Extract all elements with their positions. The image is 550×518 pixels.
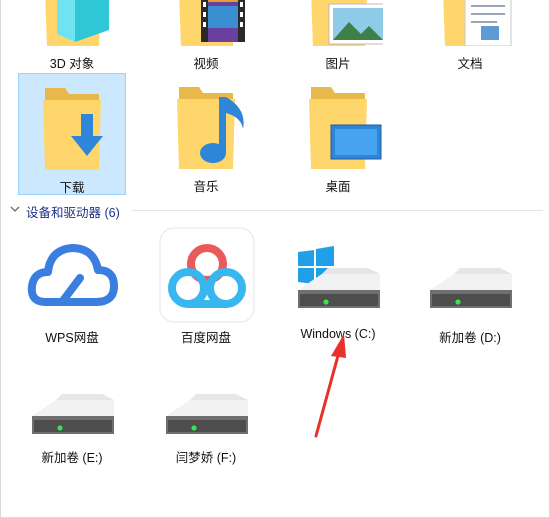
folder-desktop[interactable]: 桌面	[284, 73, 392, 195]
wps-cloud-icon	[18, 224, 126, 320]
drive-icon	[152, 350, 260, 446]
devices-group-header[interactable]: 设备和驱动器 (6)	[8, 200, 543, 220]
desktop-folder-icon	[284, 73, 392, 169]
device-label: WPS网盘	[45, 331, 99, 345]
device-label: 闫梦娇 (F:)	[175, 451, 237, 465]
3d-objects-folder-icon	[18, 0, 126, 46]
drive-icon	[416, 224, 524, 320]
baidu-netdisk-icon	[152, 224, 260, 323]
device-label: 新加卷 (E:)	[41, 451, 103, 465]
folder-pictures[interactable]: 图片	[284, 0, 392, 72]
folder-label: 文档	[457, 57, 483, 71]
documents-folder-icon	[416, 0, 524, 46]
music-folder-icon	[152, 73, 260, 169]
folder-label: 下载	[59, 181, 85, 195]
drive-icon	[18, 350, 126, 446]
device-label: 百度网盘	[180, 331, 231, 345]
group-divider	[132, 210, 543, 211]
folder-downloads[interactable]: 下载	[18, 73, 126, 195]
device-drive-f[interactable]: 闫梦娇 (F:)	[152, 350, 260, 472]
folder-label: 视频	[193, 57, 219, 71]
windows-drive-icon	[284, 224, 392, 320]
folder-label: 3D 对象	[49, 57, 95, 71]
window-left-border	[0, 0, 1, 518]
group-title: 设备和驱动器 (6)	[26, 206, 120, 220]
device-baidu-netdisk[interactable]: 百度网盘	[152, 224, 260, 346]
folder-documents[interactable]: 文档	[416, 0, 524, 72]
downloads-folder-icon	[19, 74, 125, 170]
device-drive-e[interactable]: 新加卷 (E:)	[18, 350, 126, 472]
folder-label: 桌面	[325, 180, 351, 194]
folder-music[interactable]: 音乐	[152, 73, 260, 195]
device-label: 新加卷 (D:)	[439, 331, 501, 345]
folder-label: 音乐	[193, 180, 219, 194]
chevron-down-icon[interactable]	[8, 202, 22, 216]
device-drive-c[interactable]: Windows (C:)	[284, 224, 392, 346]
device-label: Windows (C:)	[300, 327, 376, 341]
pictures-folder-icon	[284, 0, 392, 46]
folder-label: 图片	[325, 57, 351, 71]
folder-3d-objects[interactable]: 3D 对象	[18, 0, 126, 72]
videos-folder-icon	[152, 0, 260, 46]
device-drive-d[interactable]: 新加卷 (D:)	[416, 224, 524, 346]
folder-videos[interactable]: 视频	[152, 0, 260, 72]
device-wps-cloud[interactable]: WPS网盘	[18, 224, 126, 346]
